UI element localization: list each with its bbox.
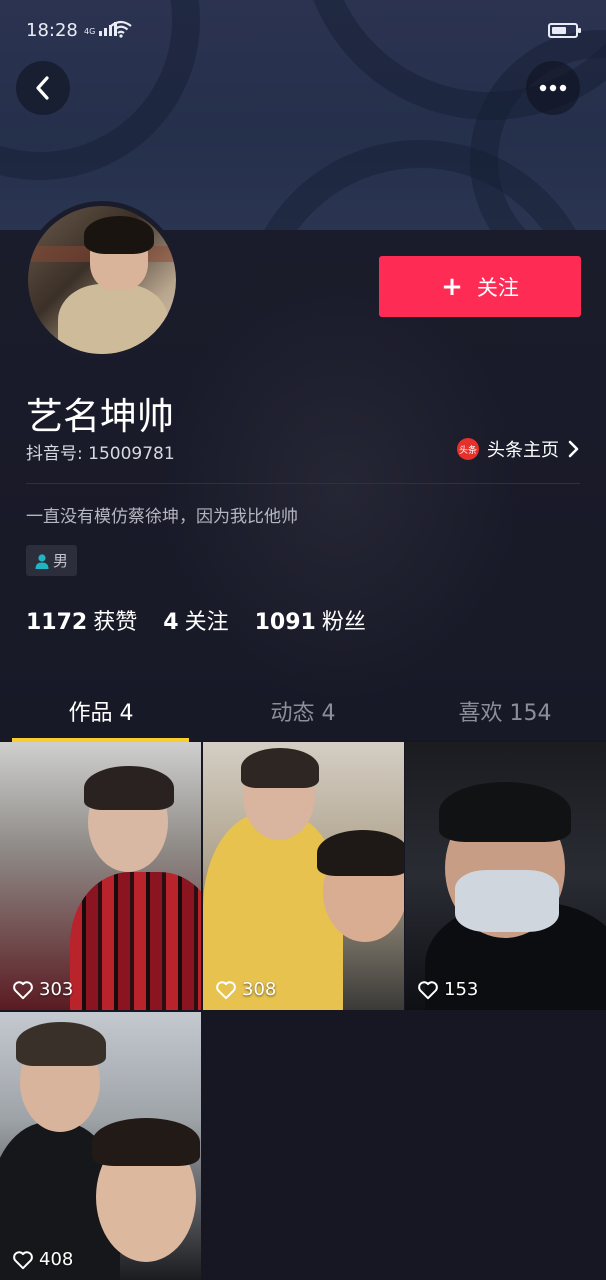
content-tabs: 作品 4 动态 4 喜欢 154 xyxy=(0,680,606,742)
profile-stats: 1172 获赞 4 关注 1091 粉丝 xyxy=(26,604,366,636)
stat-label: 粉丝 xyxy=(321,610,366,635)
tab-works[interactable]: 作品 4 xyxy=(0,695,202,727)
video-like-count: 308 xyxy=(215,979,276,1000)
more-options-button[interactable] xyxy=(526,61,580,115)
wifi-icon xyxy=(110,20,132,38)
heart-outline-icon xyxy=(13,980,33,999)
douyin-id: 抖音号: 15009781 xyxy=(26,444,175,464)
back-arrow-icon xyxy=(36,76,49,100)
video-like-count: 303 xyxy=(12,979,73,1000)
toutiao-logo-icon: 头条 xyxy=(457,438,479,460)
status-bar: 18:28 4G xyxy=(0,0,606,62)
video-like-count: 153 xyxy=(417,979,478,1000)
stat-value: 1172 xyxy=(26,610,88,635)
like-count: 153 xyxy=(444,979,479,1000)
gender-tag: 男 xyxy=(26,545,78,576)
chevron-right-icon xyxy=(568,440,579,458)
tab-likes[interactable]: 喜欢 154 xyxy=(404,695,606,727)
heart-outline-icon xyxy=(418,980,438,999)
like-count: 308 xyxy=(242,979,277,1000)
tab-dynamics[interactable]: 动态 4 xyxy=(202,695,404,727)
gender-label: 男 xyxy=(53,552,69,570)
like-count: 408 xyxy=(39,1249,74,1270)
stat-followers[interactable]: 1091 粉丝 xyxy=(255,604,366,636)
back-button[interactable] xyxy=(16,61,70,115)
profile-bio: 一直没有模仿蔡徐坤，因为我比他帅 xyxy=(26,507,298,527)
heart-outline-icon xyxy=(216,980,236,999)
stat-value: 1091 xyxy=(254,610,316,635)
toutiao-homepage-link[interactable]: 头条 头条主页 xyxy=(457,436,579,462)
toutiao-label: 头条主页 xyxy=(487,440,559,461)
more-dots-icon xyxy=(539,84,567,92)
stat-value: 4 xyxy=(163,610,179,635)
stat-label: 获赞 xyxy=(93,610,138,635)
profile-name: 艺名坤帅 xyxy=(26,395,174,438)
follow-button[interactable]: + 关注 xyxy=(379,256,581,317)
stat-following[interactable]: 4 关注 xyxy=(163,604,228,636)
video-grid: 303 308 153 408 xyxy=(0,742,606,1280)
status-time: 18:28 xyxy=(26,20,78,41)
video-thumbnail[interactable]: 308 xyxy=(203,742,404,1010)
battery-icon xyxy=(548,23,581,38)
video-like-count: 408 xyxy=(12,1249,73,1270)
plus-icon: + xyxy=(441,271,463,302)
avatar[interactable] xyxy=(23,201,181,359)
follow-button-label: 关注 xyxy=(476,275,519,300)
video-thumbnail[interactable]: 303 xyxy=(0,742,201,1010)
heart-outline-icon xyxy=(13,1250,33,1269)
network-type: 4G xyxy=(84,27,96,36)
video-thumbnail[interactable]: 153 xyxy=(405,742,606,1010)
like-count: 303 xyxy=(39,979,74,1000)
person-icon xyxy=(35,553,49,569)
video-thumbnail[interactable]: 408 xyxy=(0,1012,201,1280)
stat-likes[interactable]: 1172 获赞 xyxy=(26,604,137,636)
stat-label: 关注 xyxy=(184,610,229,635)
divider xyxy=(26,483,580,484)
